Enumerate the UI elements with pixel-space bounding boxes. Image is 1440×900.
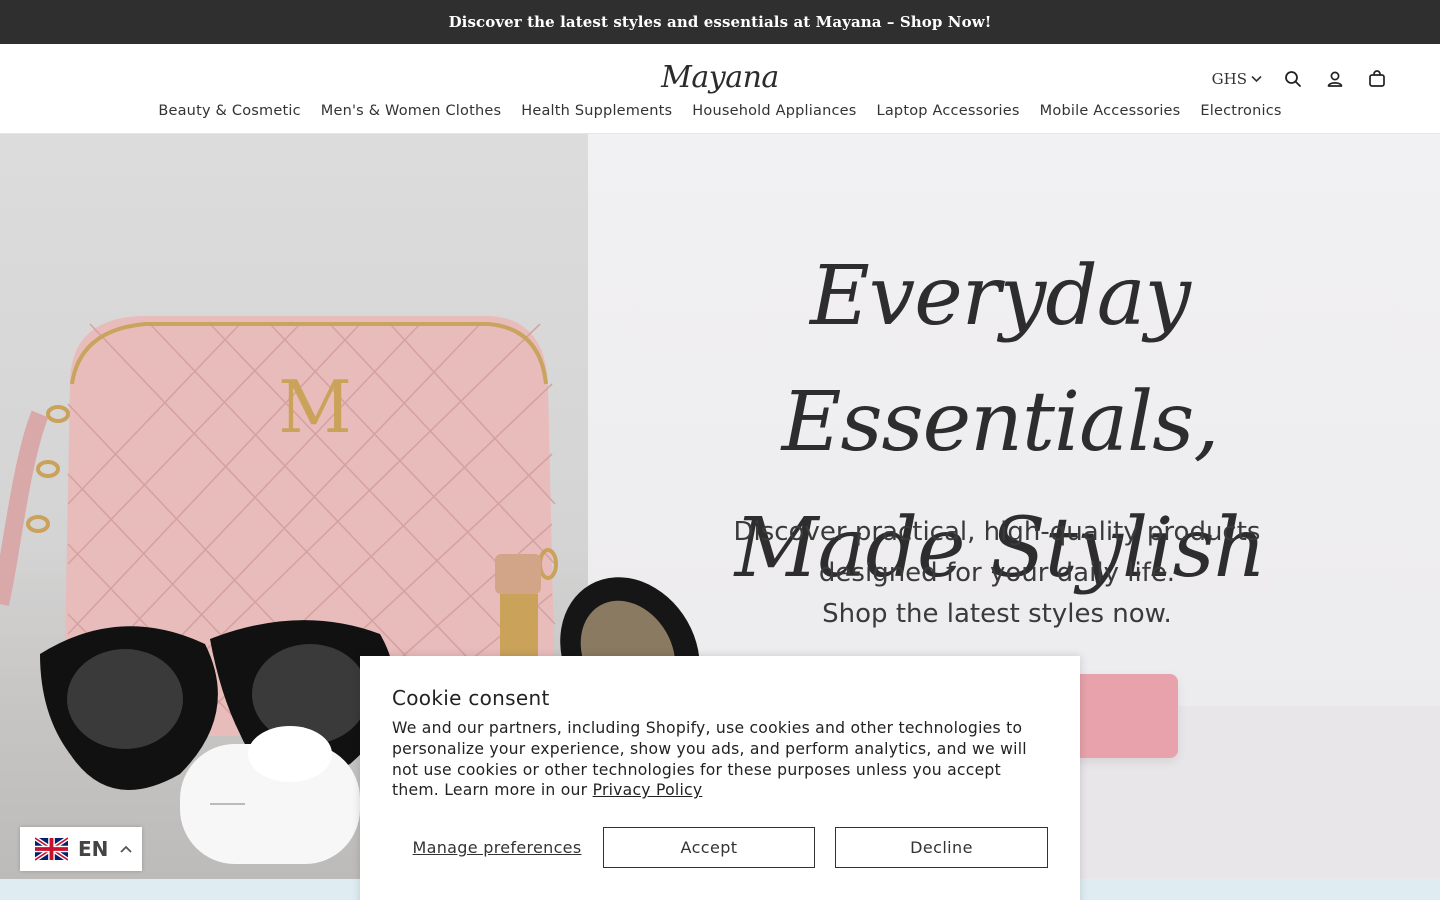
cookie-title: Cookie consent (392, 686, 550, 710)
cookie-body-text: We and our partners, including Shopify, … (392, 719, 1027, 800)
cart-icon[interactable] (1366, 68, 1388, 90)
language-code: EN (78, 837, 109, 861)
cookie-actions: Manage preferences Accept Decline (392, 827, 1048, 868)
search-icon[interactable] (1282, 68, 1304, 90)
hero-sub-line2: designed for your daily life. (818, 558, 1176, 588)
accept-button[interactable]: Accept (603, 827, 815, 868)
language-selector[interactable]: EN (20, 827, 142, 871)
cookie-consent-dialog: Cookie consent We and our partners, incl… (360, 656, 1080, 900)
bag-monogram: M (278, 365, 352, 449)
chevron-down-icon (1251, 75, 1262, 83)
header-tools: GHS (1212, 66, 1388, 92)
privacy-policy-link[interactable]: Privacy Policy (593, 781, 703, 799)
hero-sub-line1: Discover practical, high-quality product… (733, 517, 1261, 547)
main-nav: Beauty & Cosmetic Men's & Women Clothes … (0, 103, 1440, 119)
chevron-up-icon (120, 845, 133, 853)
manage-preferences-link[interactable]: Manage preferences (392, 838, 602, 857)
nav-item-mobile-accessories[interactable]: Mobile Accessories (1040, 103, 1181, 119)
nav-item-clothes[interactable]: Men's & Women Clothes (321, 103, 501, 119)
site-header: Mayana GHS Beauty & Cosmetic Men's & Wom… (0, 44, 1440, 134)
nav-item-household-appliances[interactable]: Household Appliances (692, 103, 856, 119)
announcement-bar[interactable]: Discover the latest styles and essential… (0, 0, 1440, 44)
currency-label: GHS (1211, 70, 1247, 88)
nav-item-electronics[interactable]: Electronics (1200, 103, 1281, 119)
nav-item-laptop-accessories[interactable]: Laptop Accessories (877, 103, 1020, 119)
account-icon[interactable] (1324, 68, 1346, 90)
hero-sub-line3: Shop the latest styles now. (822, 599, 1172, 629)
currency-selector[interactable]: GHS (1212, 70, 1262, 88)
decline-button[interactable]: Decline (835, 827, 1048, 868)
hero-title-line1: Everyday Essentials, (781, 249, 1220, 470)
uk-flag-icon (35, 837, 68, 861)
hero-subtitle: Discover practical, high-quality product… (660, 512, 1334, 635)
nav-item-health-supplements[interactable]: Health Supplements (521, 103, 672, 119)
nav-item-beauty-cosmetic[interactable]: Beauty & Cosmetic (158, 103, 300, 119)
announcement-text[interactable]: Discover the latest styles and essential… (449, 13, 992, 31)
cookie-body: We and our partners, including Shopify, … (392, 718, 1048, 801)
